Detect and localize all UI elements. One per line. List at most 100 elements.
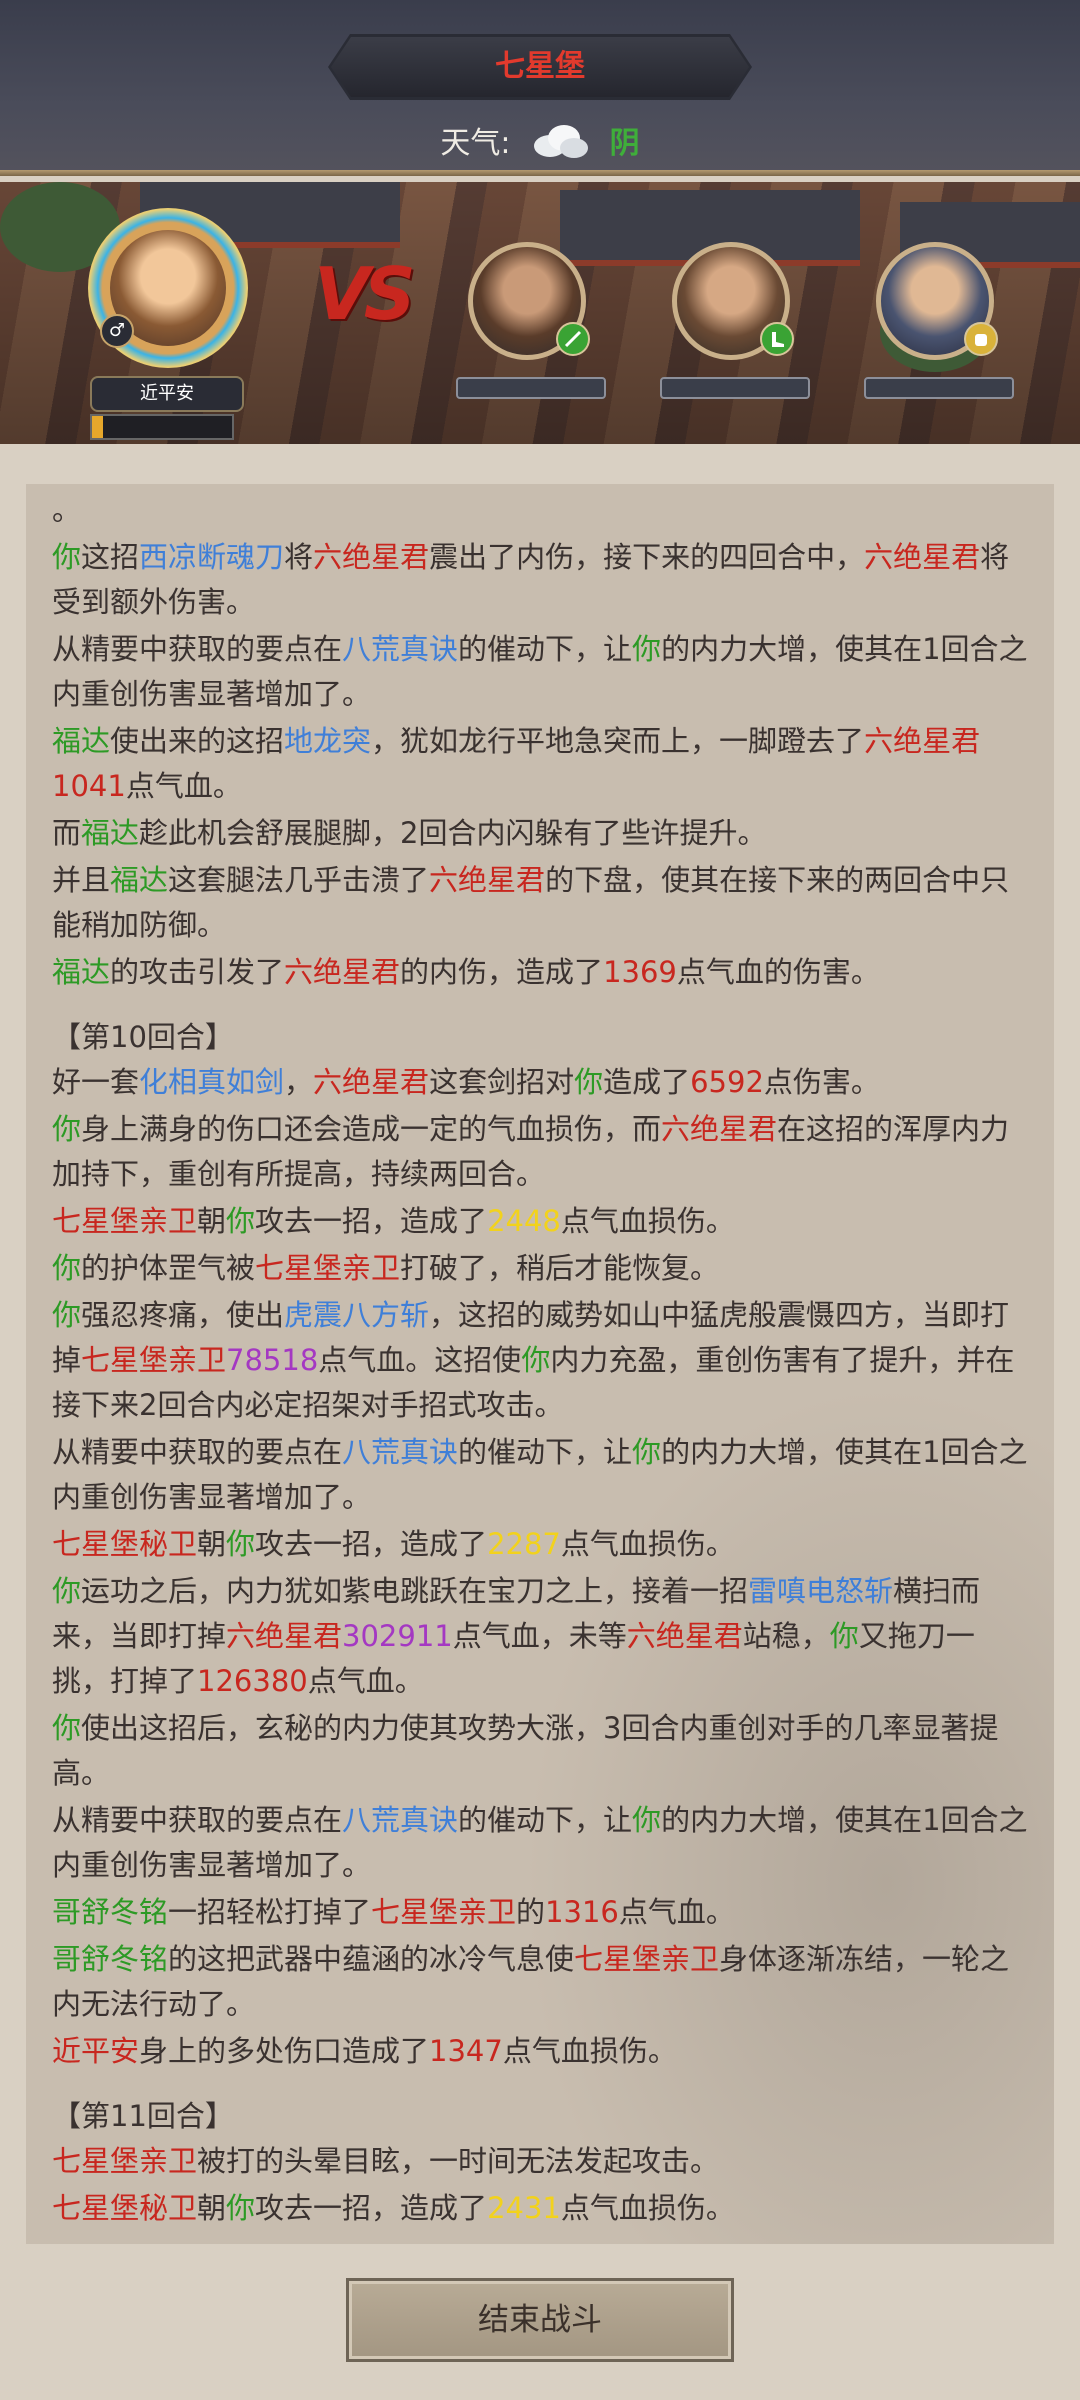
log-segment: 七星堡亲卫 <box>255 1251 401 1285</box>
log-segment: ，犹如龙行平地急突而上，一脚蹬去了 <box>371 724 865 758</box>
log-segment: 强忍疼痛，使出 <box>81 1298 285 1332</box>
log-segment: 你 <box>574 1065 604 1099</box>
log-segment: 一招轻松打掉了 <box>168 1895 372 1929</box>
log-line: 你身上满身的伤口还会造成一定的气血损伤，而六绝星君在这招的浑厚内力加持下，重创有… <box>52 1107 1032 1197</box>
boot-icon <box>760 322 794 356</box>
player-avatar[interactable]: ♂ 近平安 <box>80 202 260 440</box>
log-segment: ， <box>284 1065 314 1099</box>
log-line: 七星堡秘卫朝你攻去一招，造成了2431点气血损伤。 <box>52 2186 1032 2231</box>
log-segment: 西凉断魂刀 <box>139 540 285 574</box>
log-segment: 朝 <box>197 1527 227 1561</box>
log-segment: 2287 <box>487 1527 561 1561</box>
log-segment: 哥舒冬铭 <box>52 1942 169 1976</box>
log-segment: 朝 <box>197 1204 227 1238</box>
log-segment: 你 <box>226 1204 256 1238</box>
log-segment: 的内伤，造成了 <box>400 955 604 989</box>
log-line: 哥舒冬铭的这把武器中蕴涵的冰冷气息使七星堡亲卫身体逐渐冻结，一轮之内无法行动了。 <box>52 1937 1032 2027</box>
end-battle-button[interactable]: 结束战斗 <box>346 2278 734 2362</box>
log-segment: 你 <box>52 1251 82 1285</box>
log-line: 你强忍疼痛，使出虎震八方斩，这招的威势如山中猛虎般震慑四方，当即打掉七星堡亲卫7… <box>52 1293 1032 1428</box>
enemy-hp-bar <box>456 377 606 399</box>
log-line: 福达使出来的这招地龙突，犹如龙行平地急突而上，一脚蹬去了六绝星君 1041点气血。 <box>52 719 1032 809</box>
enemy-hp-bar <box>864 377 1014 399</box>
log-line: 从精要中获取的要点在八荒真诀的催动下，让你的内力大增，使其在1回合之内重创伤害显… <box>52 627 1032 717</box>
log-segment: 的催动下，让 <box>458 1803 633 1837</box>
log-segment: 六绝星君 <box>313 1065 430 1099</box>
log-segment: 站稳， <box>742 1619 830 1653</box>
log-segment: 福达 <box>52 724 111 758</box>
log-segment: 你 <box>52 540 82 574</box>
log-segment: 点伤害。 <box>763 1065 880 1099</box>
log-segment: 福达 <box>110 863 169 897</box>
log-segment: 福达 <box>81 816 140 850</box>
log-line: 哥舒冬铭一招轻松打掉了七星堡亲卫的1316点气血。 <box>52 1890 1032 1935</box>
log-segment: 七星堡亲卫 <box>371 1895 517 1929</box>
log-segment: 6592 <box>690 1065 764 1099</box>
enemy-slot-3[interactable] <box>864 242 1014 422</box>
log-segment: 这招 <box>81 540 140 574</box>
log-line: 七星堡亲卫朝你攻去一招，造成了2448点气血损伤。 <box>52 1199 1032 1244</box>
location-title-plate: 七星堡 <box>328 34 752 100</box>
log-segment: 六绝星君 <box>864 540 981 574</box>
log-segment: 点气血的伤害。 <box>676 955 880 989</box>
log-segment: 七星堡秘卫 <box>52 1527 198 1561</box>
weather-label: 天气: <box>440 126 511 161</box>
log-segment: 的催动下，让 <box>458 1435 633 1469</box>
log-segment: 你 <box>52 1574 82 1608</box>
log-segment: 2431 <box>487 2191 561 2225</box>
log-segment: 造成了 <box>603 1065 691 1099</box>
log-segment: 点气血。 <box>618 1895 735 1929</box>
log-segment: 身上的多处伤口造成了 <box>139 2034 430 2068</box>
log-segment: 将 <box>284 540 314 574</box>
log-segment: 七星堡亲卫 <box>574 1942 720 1976</box>
log-segment: 六绝星君 <box>626 1619 743 1653</box>
log-segment: 点气血。 <box>125 769 242 803</box>
log-line: 七星堡亲卫被打的头晕目眩，一时间无法发起攻击。 <box>52 2139 1032 2184</box>
player-hp-bar <box>90 414 234 440</box>
log-segment: 从精要中获取的要点在 <box>52 1435 343 1469</box>
log-segment: 使出这招后，玄秘的内力使其攻势大涨，3回合内重创对手的几率显著提高。 <box>52 1711 999 1790</box>
log-segment: 被打的头晕目眩，一时间无法发起攻击。 <box>197 2144 720 2178</box>
log-segment: 地龙突 <box>284 724 372 758</box>
log-segment: 攻去一招，造成了 <box>255 1204 488 1238</box>
log-segment: 朝 <box>197 2191 227 2225</box>
log-line: 你使出这招后，玄秘的内力使其攻势大涨，3回合内重创对手的几率显著提高。 <box>52 1706 1032 1796</box>
log-segment: 你 <box>632 1803 662 1837</box>
log-segment: 从精要中获取的要点在 <box>52 1803 343 1837</box>
log-segment: 六绝星君 <box>284 955 401 989</box>
log-segment: 八荒真诀 <box>342 1803 459 1837</box>
log-segment: 点气血损伤。 <box>560 1204 735 1238</box>
log-segment: 点气血。这招使 <box>318 1343 522 1377</box>
log-segment: 78518 <box>226 1343 319 1377</box>
player-hp-fill <box>92 416 104 438</box>
combat-log[interactable]: 。你这招西凉断魂刀将六绝星君震出了内伤，接下来的四回合中，六绝星君将受到额外伤害… <box>26 484 1054 2244</box>
enemy-slot-2[interactable] <box>660 242 810 422</box>
round-header: 【第10回合】 <box>52 1020 234 1054</box>
player-name: 近平安 <box>90 376 244 412</box>
log-line: 好一套化相真如剑，六绝星君这套剑招对你造成了6592点伤害。 <box>52 1060 1032 1105</box>
log-segment: 八荒真诀 <box>342 632 459 666</box>
log-segment: 的 <box>516 1895 546 1929</box>
log-segment: 化相真如剑 <box>139 1065 285 1099</box>
log-segment: 近平安 <box>52 2034 140 2068</box>
log-segment: 2448 <box>487 1204 561 1238</box>
log-line: 并且福达这套腿法几乎击溃了六绝星君的下盘，使其在接下来的两回合中只能稍加防御。 <box>52 858 1032 948</box>
combat-log-content: 。你这招西凉断魂刀将六绝星君震出了内伤，接下来的四回合中，六绝星君将受到额外伤害… <box>52 488 1032 2231</box>
log-segment: 这套剑招对 <box>429 1065 575 1099</box>
enemy-slot-1[interactable] <box>456 242 606 422</box>
male-icon: ♂ <box>100 314 134 348</box>
log-segment: 点气血，未等 <box>452 1619 627 1653</box>
weather-indicator: 天气: 阴 <box>0 118 1080 161</box>
location-title: 七星堡 <box>495 49 585 84</box>
log-line: 从精要中获取的要点在八荒真诀的催动下，让你的内力大增，使其在1回合之内重创伤害显… <box>52 1798 1032 1888</box>
log-segment: 虎震八方斩 <box>284 1298 430 1332</box>
log-segment: 并且 <box>52 863 111 897</box>
log-segment: 的攻击引发了 <box>110 955 285 989</box>
log-segment: 的这把武器中蕴涵的冰冷气息使 <box>168 1942 575 1976</box>
log-segment: 点气血。 <box>307 1664 424 1698</box>
log-line: 你的护体罡气被七星堡亲卫打破了，稍后才能恢复。 <box>52 1246 1032 1291</box>
log-segment: 六绝星君 <box>313 540 430 574</box>
log-segment: 而 <box>52 816 82 850</box>
log-segment: 运功之后，内力犹如紫电跳跃在宝刀之上，接着一招 <box>81 1574 749 1608</box>
log-segment: 从精要中获取的要点在 <box>52 632 343 666</box>
